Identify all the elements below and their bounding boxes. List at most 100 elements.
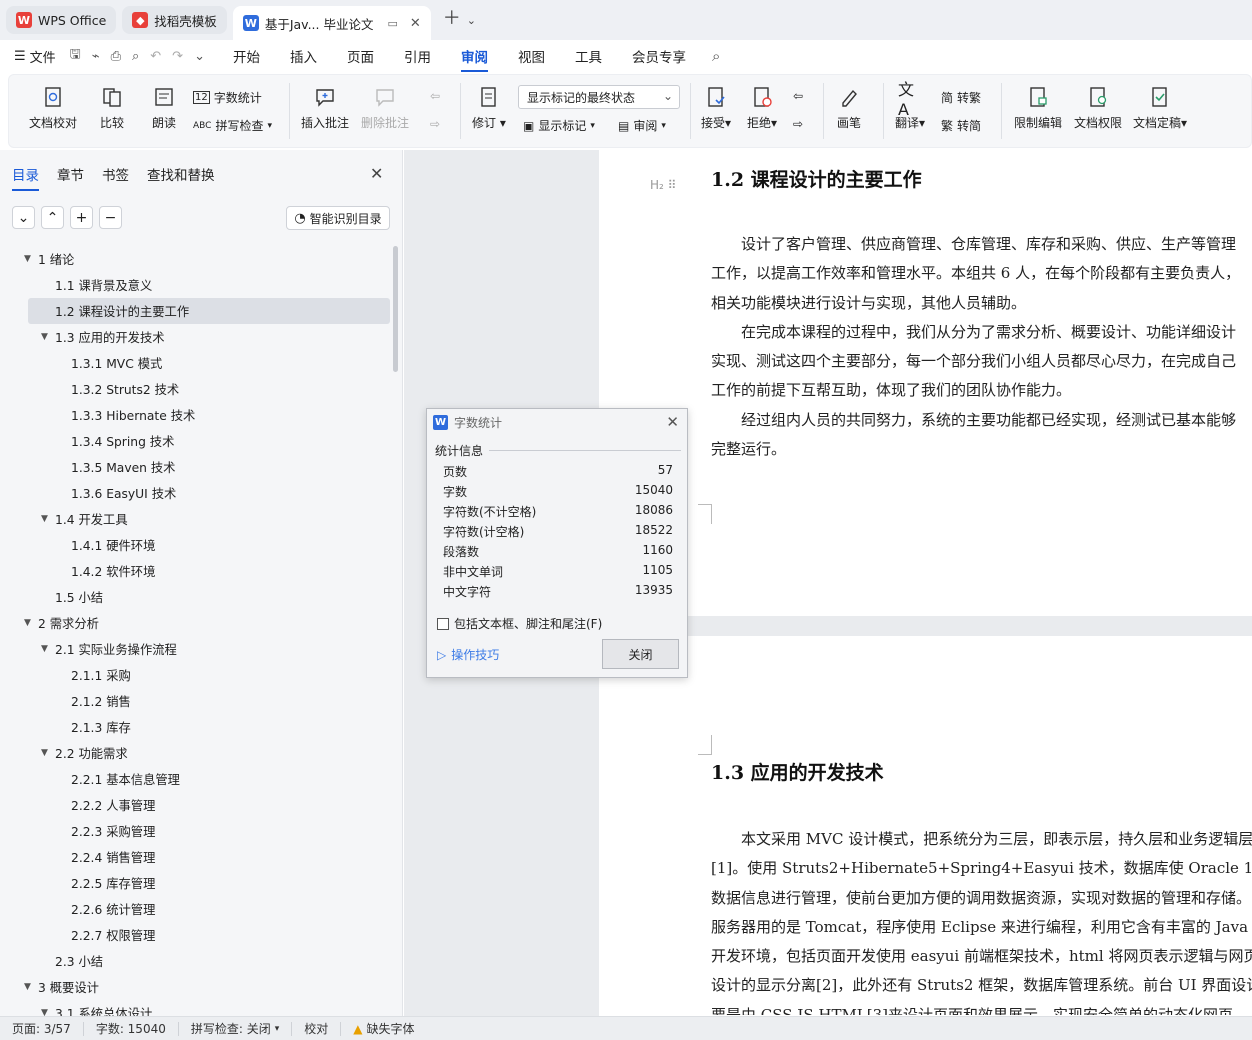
toc-item[interactable]: 1.3.4 Spring 技术 [0,428,392,454]
redo-icon[interactable]: ↷ [172,49,183,64]
tab-wps-office[interactable]: W WPS Office [6,6,117,34]
expand-triangle-icon[interactable]: ▼ [24,618,31,628]
compare-button[interactable]: 比较 [100,85,124,131]
close-tab-icon[interactable]: ✕ [410,16,421,31]
toc-item[interactable]: 2.2.1 基本信息管理 [0,766,392,792]
expand-triangle-icon[interactable]: ▼ [41,644,48,654]
include-textbox-checkbox[interactable]: 包括文本框、脚注和尾注(F) [437,615,602,632]
expand-triangle-icon[interactable]: ▼ [41,332,48,342]
read-aloud-button[interactable]: 朗读 [152,85,176,131]
tab-find-replace[interactable]: 查找和替换 [147,164,215,184]
save-icon[interactable]: 🖫 [70,45,81,67]
show-markup-button[interactable]: ▣ 显示标记 ▾ [523,117,595,134]
translate-button[interactable]: 文A 翻译▾ [895,80,925,131]
expand-down-icon[interactable]: ⌄ [12,206,35,229]
toc-item[interactable]: ▼ 3 概要设计 [0,974,392,1000]
toc-item[interactable]: 1.3.3 Hibernate 技术 [0,402,392,428]
toc-item[interactable]: 1.3.2 Struts2 技术 [0,376,392,402]
toc-item[interactable]: ▼ 1.4 开发工具 [0,506,392,532]
toc-scrollbar[interactable] [393,246,398,372]
review-pane-button[interactable]: ▤ 审阅 ▾ [618,117,666,134]
to-simplified-button[interactable]: 繁 转简 [941,117,981,134]
toc-item[interactable]: 2.2.5 库存管理 [0,870,392,896]
collapse-up-icon[interactable]: ⌃ [41,206,64,229]
delete-comment-button[interactable]: 删除批注 [361,85,409,131]
toc-item[interactable]: 2.2.4 销售管理 [0,844,392,870]
word-count-indicator[interactable]: 字数: 15040 [84,1021,179,1036]
undo-icon[interactable]: ↶ [150,49,161,64]
toc-item[interactable]: 2.2.7 权限管理 [0,922,392,948]
toc-item[interactable]: 2.1.1 采购 [0,662,392,688]
body-paragraph[interactable]: 本文采用 MVC 设计模式，把系统分为三层，即表示层，持久层和业务逻辑层 [1]。… [711,825,1252,1015]
close-icon[interactable]: ✕ [666,413,679,431]
toc-item[interactable]: 1.4.2 软件环境 [0,558,392,584]
tab-document[interactable]: W 基于Jav... 毕业论文 ▭ ✕ [232,6,431,40]
print-preview-icon[interactable]: ⌕ [132,49,139,64]
doc-permission-button[interactable]: 文档权限 [1074,85,1122,131]
to-traditional-button[interactable]: 简 转繁 [941,89,981,106]
toc-item[interactable]: 2.1.3 库存 [0,714,392,740]
toc-item[interactable]: 2.2.3 采购管理 [0,818,392,844]
next-change-icon[interactable]: ⇨ [793,117,803,131]
toc-item[interactable]: 1.3.5 Maven 技术 [0,454,392,480]
close-panel-icon[interactable]: ✕ [370,164,383,183]
tab-member[interactable]: 会员专享 [632,46,686,66]
tab-toc[interactable]: 目录 [12,164,39,191]
tab-start[interactable]: 开始 [233,46,260,66]
toc-item[interactable]: 2.2.2 人事管理 [0,792,392,818]
proof-indicator[interactable]: 校对 [292,1021,342,1036]
missing-font-indicator[interactable]: ▲ 缺失字体 [341,1022,426,1037]
tab-reference[interactable]: 引用 [404,46,431,66]
toc-item[interactable]: 2.3 小结 [0,948,392,974]
print-icon[interactable]: ⎙ [111,49,121,64]
tab-tools[interactable]: 工具 [575,46,602,66]
toc-item[interactable]: ▼ 2.2 功能需求 [0,740,392,766]
checkbox-box[interactable] [437,617,449,630]
track-changes-button[interactable]: 修订 ▾ [472,85,506,131]
search-icon[interactable]: ⌕ [712,47,720,65]
file-menu[interactable]: ☰ 文件 [14,47,56,66]
doc-check-button[interactable]: 文档校对 [29,85,77,131]
expand-triangle-icon[interactable]: ▼ [41,514,48,524]
tab-insert[interactable]: 插入 [290,46,317,66]
toc-item[interactable]: ▼ 2 需求分析 [0,610,392,636]
heading-section-1-3[interactable]: 1.3 应用的开发技术 [711,758,884,785]
new-tab-icon[interactable]: ＋ [443,4,461,30]
window-mode-icon[interactable]: ▭ [387,17,397,30]
spell-check-button[interactable]: ABC 拼写检查 ▾ [193,117,272,134]
toc-item[interactable]: ▼ 2.1 实际业务操作流程 [0,636,392,662]
add-icon[interactable]: + [70,206,93,229]
heading-section-1-2[interactable]: 1.2 课程设计的主要工作 [711,165,922,192]
spell-check-indicator[interactable]: 拼写检查: 关闭 ▾ [179,1021,293,1036]
previous-change-icon[interactable]: ⇦ [793,89,803,103]
toc-item[interactable]: 1.3.6 EasyUI 技术 [0,480,392,506]
expand-triangle-icon[interactable]: ▼ [24,982,31,992]
toc-item[interactable]: 1.2 课程设计的主要工作 [28,298,390,324]
display-state-select[interactable]: 显示标记的最终状态 ⌄ [518,85,680,109]
toc-item[interactable]: ▼ 1.3 应用的开发技术 [0,324,392,350]
doc-finalize-button[interactable]: 文档定稿▾ [1133,85,1187,131]
tab-template[interactable]: ◆ 找稻壳模板 [122,6,227,34]
heading-style-marker[interactable]: H₂ ⠿ [650,178,676,192]
toc-item[interactable]: 1.1 课背景及意义 [0,272,392,298]
close-button[interactable]: 关闭 [602,639,679,669]
pen-button[interactable]: 画笔 [837,85,861,131]
reject-button[interactable]: 拒绝▾ [747,85,777,131]
tab-bookmarks[interactable]: 书签 [102,164,129,184]
more-chevron-icon[interactable]: ⌄ [194,49,205,64]
previous-comment-icon[interactable]: ⇦ [430,89,440,103]
page-indicator[interactable]: 页面: 3/57 [0,1021,84,1036]
toc-item[interactable]: 2.1.2 销售 [0,688,392,714]
tips-link[interactable]: ▷ 操作技巧 [437,646,499,663]
accept-button[interactable]: 接受▾ [701,85,731,131]
toc-item[interactable]: 1.3.1 MVC 模式 [0,350,392,376]
toc-item[interactable]: 1.4.1 硬件环境 [0,532,392,558]
next-comment-icon[interactable]: ⇨ [430,117,440,131]
toc-item[interactable]: 2.2.6 统计管理 [0,896,392,922]
link-icon[interactable]: ⌁ [92,49,100,64]
remove-icon[interactable]: − [99,206,122,229]
insert-comment-button[interactable]: 插入批注 [301,85,349,131]
expand-triangle-icon[interactable]: ▼ [24,254,31,264]
body-paragraph[interactable]: 设计了客户管理、供应商管理、仓库管理、库存和采购、供应、生产等管理 工作，以提高工… [711,230,1252,464]
toc-item[interactable]: ▼ 1 绪论 [0,246,392,272]
